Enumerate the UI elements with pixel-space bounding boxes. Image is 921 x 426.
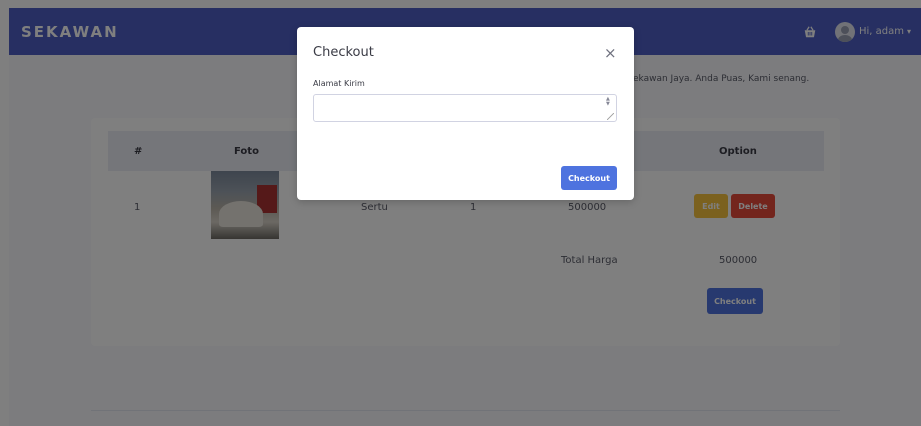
resize-grip-icon[interactable] xyxy=(607,113,614,120)
checkout-modal: Checkout × Alamat Kirim ▲ ▼ Checkout xyxy=(297,27,634,200)
address-label: Alamat Kirim xyxy=(313,79,365,88)
close-icon[interactable]: × xyxy=(604,44,617,62)
modal-checkout-button[interactable]: Checkout xyxy=(561,166,617,190)
modal-title: Checkout xyxy=(313,45,374,60)
textarea-spinner-icon[interactable]: ▲ ▼ xyxy=(606,97,610,107)
address-textarea[interactable] xyxy=(313,94,617,122)
